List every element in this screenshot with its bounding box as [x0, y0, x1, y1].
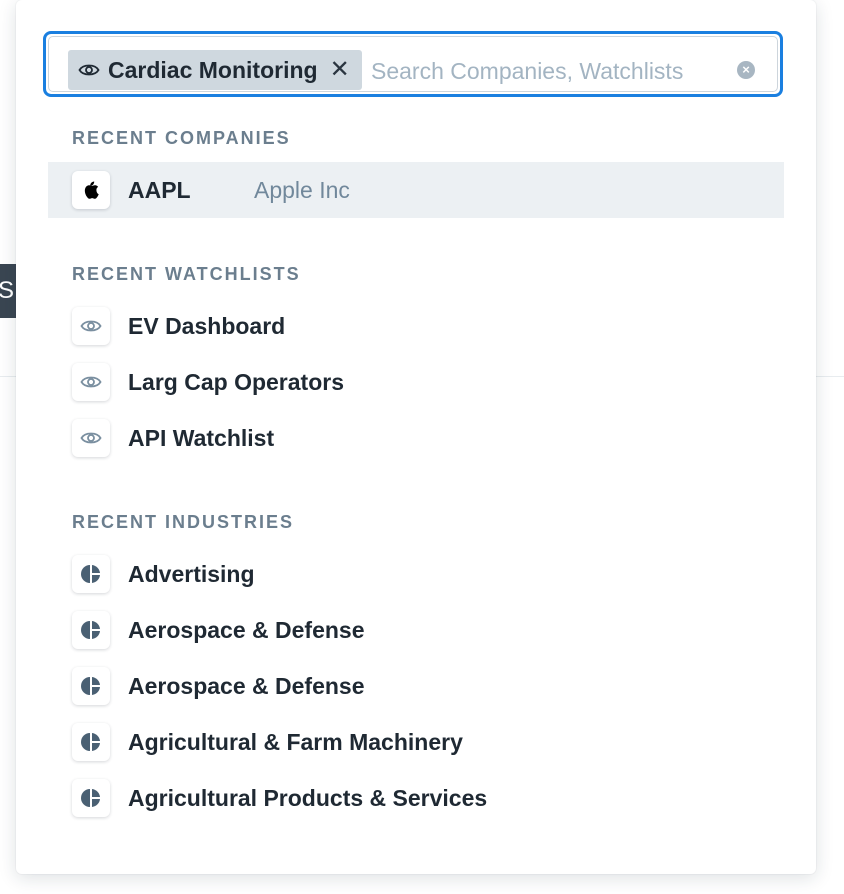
watchlist-icon-tile [72, 363, 110, 401]
watchlist-label: Larg Cap Operators [128, 368, 344, 395]
search-field-inner: Cardiac Monitoring ✕ × [48, 36, 778, 92]
recent-watchlist-item[interactable]: API Watchlist [48, 410, 784, 466]
eye-icon [80, 432, 102, 444]
recent-industry-item[interactable]: Advertising [48, 546, 784, 602]
recent-watchlist-item[interactable]: Larg Cap Operators [48, 354, 784, 410]
recent-industries-heading: RECENT INDUSTRIES [72, 512, 295, 532]
industry-pie-icon [81, 565, 100, 583]
watchlist-icon-tile [72, 419, 110, 457]
recent-industry-item[interactable]: Agricultural Products & Services [48, 770, 784, 826]
industry-icon-tile [72, 555, 110, 593]
industry-label: Aerospace & Defense [128, 672, 365, 699]
chip-label: Cardiac Monitoring [108, 56, 318, 83]
industry-label: Aerospace & Defense [128, 616, 365, 643]
background-divider [816, 376, 844, 377]
eye-icon [80, 376, 102, 388]
recent-industry-item[interactable]: Aerospace & Defense [48, 658, 784, 714]
eye-icon [80, 320, 102, 332]
background-divider [0, 376, 16, 377]
industry-label: Agricultural & Farm Machinery [128, 728, 463, 755]
watchlist-filter-chip[interactable]: Cardiac Monitoring ✕ [68, 50, 362, 90]
search-dropdown-panel: Cardiac Monitoring ✕ × RECENT COMPANIES … [16, 0, 816, 874]
industry-pie-icon [81, 789, 100, 807]
company-name: Apple Inc [254, 176, 350, 203]
apple-logo-icon [84, 181, 99, 199]
watchlist-label: EV Dashboard [128, 312, 286, 339]
watchlist-icon-tile [72, 307, 110, 345]
recent-watchlists-heading: RECENT WATCHLISTS [72, 264, 301, 284]
industry-pie-icon [81, 733, 100, 751]
recent-company-item[interactable]: AAPL Apple Inc [48, 162, 784, 218]
industry-icon-tile [72, 611, 110, 649]
eye-icon [78, 64, 100, 76]
recent-industry-item[interactable]: Aerospace & Defense [48, 602, 784, 658]
search-input[interactable] [369, 53, 733, 89]
industry-label: Agricultural Products & Services [128, 784, 488, 811]
recent-watchlist-item[interactable]: EV Dashboard [48, 298, 784, 354]
industry-icon-tile [72, 723, 110, 761]
industry-pie-icon [81, 621, 100, 639]
recent-companies-heading: RECENT COMPANIES [72, 128, 291, 148]
search-field[interactable]: Cardiac Monitoring ✕ × [43, 31, 783, 97]
company-logo-tile [72, 171, 110, 209]
clear-search-button[interactable]: × [737, 61, 755, 79]
company-ticker: AAPL [128, 176, 191, 203]
chip-remove-button[interactable]: ✕ [330, 58, 350, 82]
industry-label: Advertising [128, 560, 255, 587]
watchlist-label: API Watchlist [128, 424, 275, 451]
background-button-fragment: S [0, 264, 16, 318]
industry-pie-icon [81, 677, 100, 695]
recent-industry-item[interactable]: Agricultural & Farm Machinery [48, 714, 784, 770]
industry-icon-tile [72, 779, 110, 817]
industry-icon-tile [72, 667, 110, 705]
